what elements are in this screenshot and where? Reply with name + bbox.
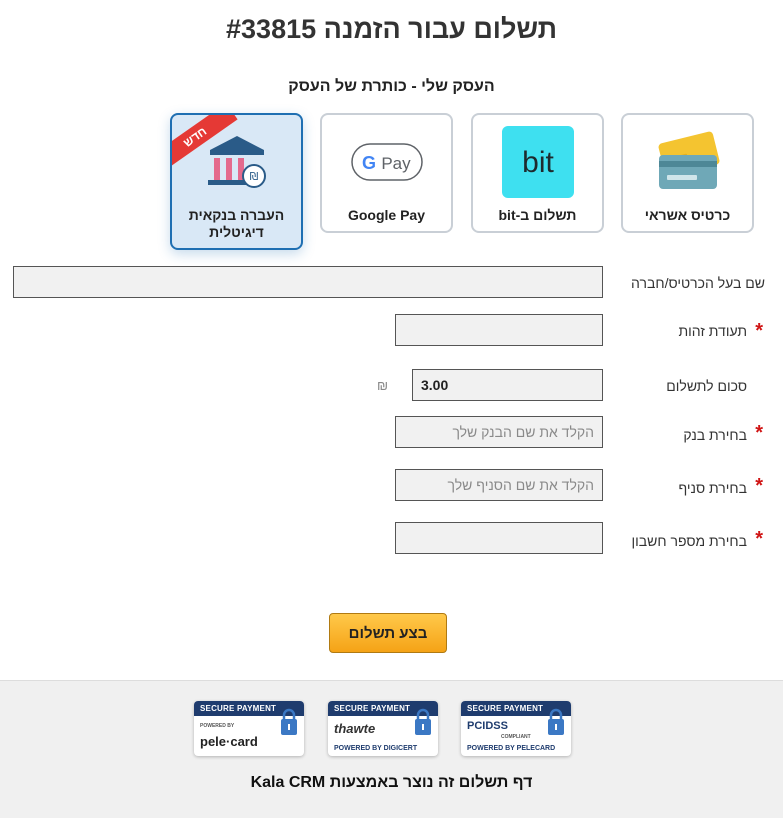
powered-by-text: POWERED BY <box>200 723 235 729</box>
method-label: Google Pay <box>347 207 426 223</box>
thawte-text: thawte <box>334 721 376 736</box>
row-card-holder: שם בעל הכרטיס/חברה <box>0 266 783 300</box>
row-branch: * בחירת סניף <box>0 469 783 503</box>
card-holder-input[interactable] <box>13 266 603 298</box>
row-id-number: * תעודת זהות <box>0 314 783 348</box>
method-google-pay[interactable]: G Pay Google Pay <box>320 113 453 233</box>
bank-icon: ₪ <box>207 136 266 188</box>
dss-text: DSS <box>485 720 508 732</box>
credit-card-icon <box>658 131 719 189</box>
lock-icon <box>415 708 431 735</box>
bit-logo-text: bit <box>522 146 554 179</box>
method-label: תשלום ב-bit <box>498 207 577 223</box>
row-bank: * בחירת בנק <box>0 416 783 450</box>
compliant-text: COMPLIANT <box>501 734 531 740</box>
row-amount: סכום לתשלום ₪ <box>0 369 783 403</box>
svg-text:₪: ₪ <box>249 170 258 183</box>
pelecard-badge: SECURE PAYMENT POWERED BY pele·card <box>194 701 304 756</box>
method-bank-transfer[interactable]: חדש ₪ העברה בנקאית דיגיטלית <box>170 113 303 250</box>
bank-input[interactable] <box>395 416 603 448</box>
currency-symbol: ₪ <box>377 378 389 393</box>
page-title: תשלום עבור הזמנה #33815 <box>226 14 557 44</box>
pci-text: PCI <box>467 720 486 732</box>
amount-label: סכום לתשלום <box>666 378 747 394</box>
required-mark: * <box>755 422 763 444</box>
branch-label: בחירת סניף <box>678 480 747 496</box>
footer: SECURE PAYMENT PCIDSS COMPLIANT POWERED … <box>0 680 783 818</box>
method-label: העברה בנקאית דיגיטלית <box>188 207 285 240</box>
method-credit-card[interactable]: כרטיס אשראי <box>621 113 754 233</box>
business-title: העסק שלי - כותרת של העסק <box>288 78 495 95</box>
submit-payment-button[interactable]: בצע תשלום <box>329 613 447 653</box>
lock-icon <box>548 708 564 735</box>
google-pay-logo-text: Pay <box>381 154 411 173</box>
payment-page: תשלום עבור הזמנה #33815 העסק שלי - כותרת… <box>0 0 783 818</box>
bit-logo-icon: bit <box>501 126 574 198</box>
amount-input[interactable] <box>412 369 603 401</box>
branch-input[interactable] <box>395 469 603 501</box>
required-mark: * <box>755 528 763 550</box>
google-pay-icon: G Pay <box>350 143 423 181</box>
account-label: בחירת מספר חשבון <box>631 533 748 549</box>
thawte-badge: SECURE PAYMENT thawte POWERED BY DIGICER… <box>328 701 438 756</box>
required-mark: * <box>755 320 763 342</box>
card-holder-label: שם בעל הכרטיס/חברה <box>631 275 765 291</box>
method-bit[interactable]: bit תשלום ב-bit <box>471 113 604 233</box>
svg-text:G: G <box>361 153 375 173</box>
pelecard-text: pele·card <box>200 734 258 749</box>
badge-sub: POWERED BY DIGICERT <box>334 745 418 752</box>
id-number-input[interactable] <box>395 314 603 346</box>
row-account: * בחירת מספר חשבון <box>0 522 783 556</box>
id-number-label: תעודת זהות <box>678 323 747 339</box>
pci-dss-badge: SECURE PAYMENT PCIDSS COMPLIANT POWERED … <box>461 701 571 756</box>
lock-icon <box>281 708 297 735</box>
footer-credit: דף תשלום זה נוצר באמצעות Kala CRM <box>250 774 533 791</box>
bank-label: בחירת בנק <box>683 427 747 443</box>
payment-methods: כרטיס אשראי bit תשלום ב-bit G Pay Google <box>0 113 783 253</box>
method-label: כרטיס אשראי <box>644 207 731 223</box>
badge-sub: POWERED BY PELECARD <box>467 745 556 752</box>
account-input[interactable] <box>395 522 603 554</box>
required-mark: * <box>755 475 763 497</box>
